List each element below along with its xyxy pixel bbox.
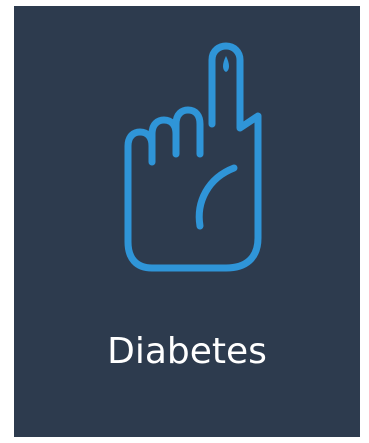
finger-blood-drop-icon [122, 42, 264, 274]
tile-label: Diabetes [107, 331, 267, 372]
diabetes-tile[interactable]: Diabetes [14, 6, 360, 437]
